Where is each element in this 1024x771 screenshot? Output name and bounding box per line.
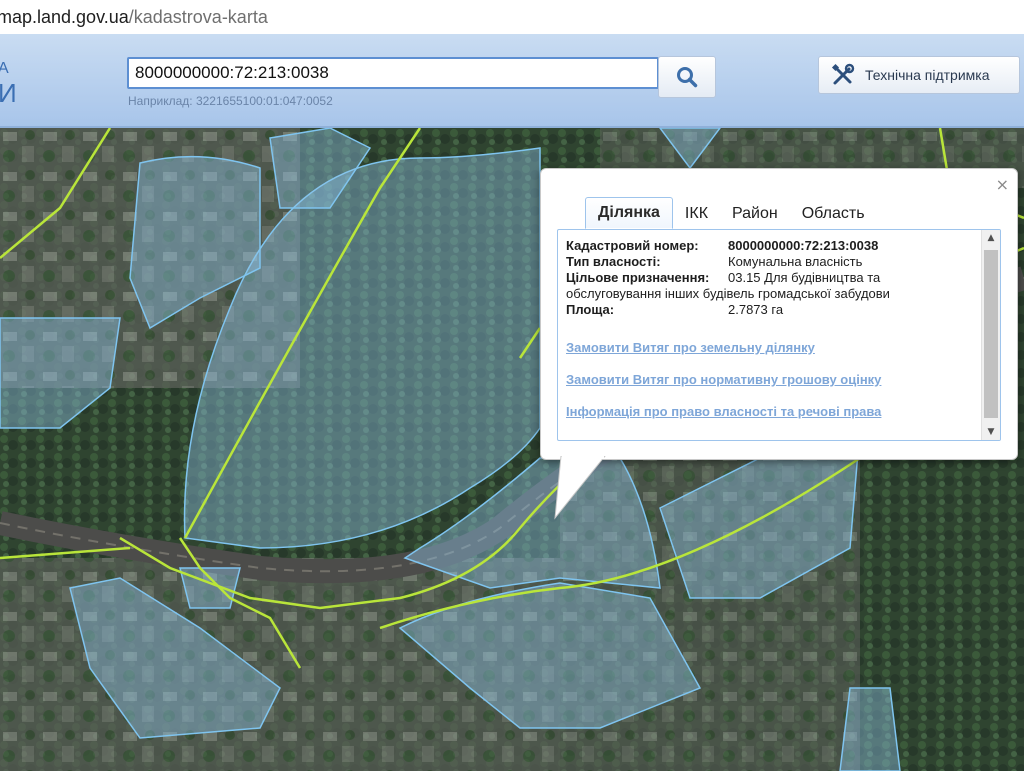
cadastral-search-input[interactable] [127,57,659,89]
area-value: 2.7873 га [728,302,784,317]
popup-tabs: Ділянка ІКК Район Область [585,197,877,229]
parcel-info: Кадастровий номер: 8000000000:72:213:003… [566,238,966,318]
scroll-down-arrow-icon[interactable]: ▼ [982,424,1000,440]
tech-support-label: Технічна підтримка [865,67,990,83]
tab-ikk[interactable]: ІКК [673,199,720,229]
order-parcel-extract-link[interactable]: Замовити Витяг про земельну ділянку [566,340,881,355]
parcel-info-popup: × Ділянка ІКК Район Область Кадастровий … [540,168,1018,460]
ownership-row: Тип власності: Комунальна власність [566,254,966,270]
purpose-value-line2: обслуговування інших будівель громадсько… [566,286,890,301]
details-scrollbar[interactable]: ▲ ▼ [981,230,1000,440]
scroll-up-arrow-icon[interactable]: ▲ [982,230,1000,246]
site-logo-top: А [0,60,9,77]
url-host: map.land.gov.ua [0,7,129,27]
search-icon [677,67,698,88]
url-path: /kadastrova-karta [128,7,268,27]
site-logo-bottom: И [0,78,17,108]
cadastral-value: 8000000000:72:213:0038 [728,238,879,253]
ownership-label: Тип власності: [566,254,661,269]
purpose-row: Цільове призначення: 03.15 Для будівництв… [566,270,966,302]
cadastral-label: Кадастровий номер: [566,238,699,253]
purpose-value-line1: 03.15 Для будівництва та [728,270,881,285]
order-valuation-extract-link[interactable]: Замовити Витяг про нормативну грошову оц… [566,372,881,387]
close-icon[interactable]: × [996,177,1009,193]
parcel-details-panel: Кадастровий номер: 8000000000:72:213:003… [557,229,1001,441]
extract-links: Замовити Витяг про земельну ділянку Замо… [566,340,881,436]
tech-support-button[interactable]: Технічна підтримка [818,56,1020,94]
tab-region[interactable]: Область [790,199,877,229]
tab-district[interactable]: Район [720,199,790,229]
popup-pointer [554,456,606,520]
cadastral-row: Кадастровий номер: 8000000000:72:213:003… [566,238,966,254]
tab-parcel[interactable]: Ділянка [585,197,673,229]
site-header: А И Наприклад: 3221655100:01:047:0052 Те… [0,34,1024,128]
area-label: Площа: [566,302,615,317]
area-row: Площа: 2.7873 га [566,302,966,318]
search-example-hint: Наприклад: 3221655100:01:047:0052 [128,94,333,108]
purpose-label: Цільове призначення: [566,270,710,285]
ownership-value: Комунальна власність [728,254,863,269]
ownership-rights-info-link[interactable]: Інформація про право власності та речові… [566,404,881,419]
scroll-thumb[interactable] [984,250,998,418]
tools-icon [831,63,855,85]
address-bar[interactable]: map.land.gov.ua/kadastrova-karta [0,0,1024,35]
search-button[interactable] [658,56,716,98]
